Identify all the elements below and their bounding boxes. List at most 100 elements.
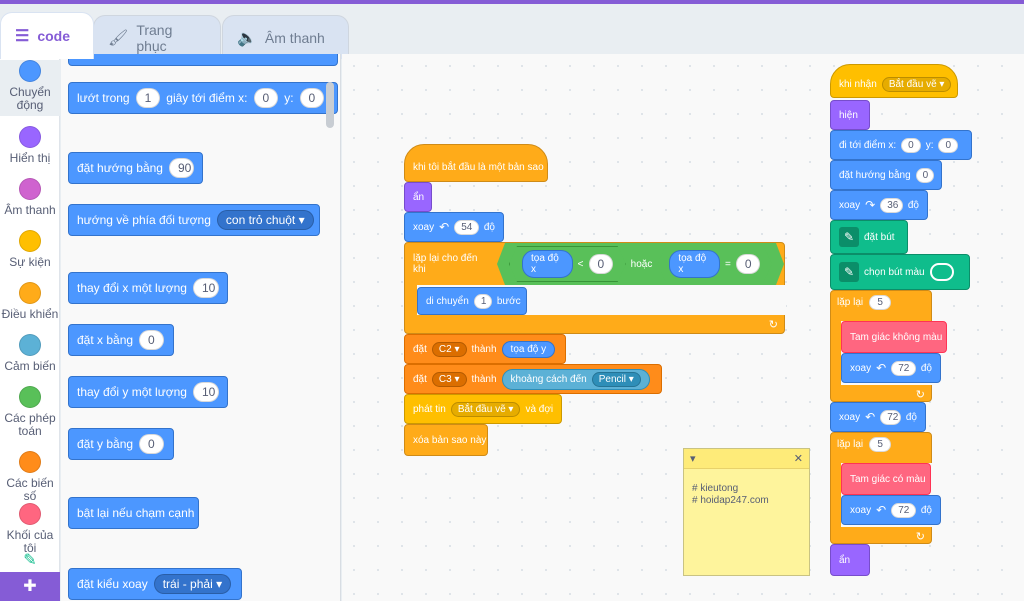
category-control[interactable]: Điều khiển <box>0 282 60 321</box>
set-pen-color-block[interactable]: ✎ chọn bút màu <box>830 254 970 290</box>
pen-down-block[interactable]: ✎ đặt bút <box>830 220 908 254</box>
point-direction-block[interactable]: đặt hướng bằng 0 <box>830 160 942 190</box>
collapse-icon[interactable]: ▾ <box>690 452 696 465</box>
category-events[interactable]: Sự kiện <box>0 230 60 269</box>
turn-degrees-input[interactable]: 54 <box>454 219 479 235</box>
glide-secs-input[interactable]: 1 <box>135 88 161 108</box>
loop-arrow-icon-2: ↻ <box>915 389 925 401</box>
glide-x-input[interactable]: 0 <box>253 88 279 108</box>
custom-triangle-no-color-block[interactable]: Tam giác không màu <box>841 321 947 353</box>
x-position-reporter-2[interactable]: tọa độ x <box>669 250 720 278</box>
palette-set-x-block[interactable]: đặt x bằng 0 <box>68 324 174 356</box>
control-dot-icon <box>19 282 41 304</box>
palette-change-y-block[interactable]: thay đổi y một lượng 10 <box>68 376 228 408</box>
broadcast-message-dropdown[interactable]: Bắt đầu vẽ <box>450 401 521 417</box>
goto-y-input[interactable]: 0 <box>938 137 959 153</box>
scratch-editor: ☰ code 🖌 Trang phục 🔈 Âm thanh Chuyển độ… <box>0 0 1024 601</box>
move-steps-block[interactable]: di chuyển 1 bước <box>417 287 527 315</box>
equals-value-input[interactable]: 0 <box>736 254 760 274</box>
palette-block-partial[interactable] <box>68 54 338 66</box>
y-position-reporter[interactable]: tọa độ y <box>501 340 556 358</box>
palette-bounce-block[interactable]: bật lại nếu chạm cạnh <box>68 497 199 529</box>
turn-degrees-input-2[interactable]: 72 <box>891 360 916 376</box>
repeat-count-input-1[interactable]: 5 <box>869 295 892 310</box>
category-my-blocks[interactable]: Khối của tôi <box>0 503 60 555</box>
or-condition[interactable]: tọa độ x < 0 hoặc tọa độ x = 0 <box>497 243 784 285</box>
broadcast-and-wait-block[interactable]: phát tin Bắt đầu vẽ và đợi <box>404 394 562 424</box>
turn-degrees-input-3[interactable]: 72 <box>880 409 901 425</box>
tab-sounds[interactable]: 🔈 Âm thanh <box>222 15 349 59</box>
category-motion[interactable]: Chuyển động <box>0 60 60 116</box>
loop-arrow-icon-3: ↻ <box>915 531 925 543</box>
palette-glide-block[interactable]: lướt trong 1 giây tới điểm x: 0 y: 0 <box>68 82 338 114</box>
palette-rotation-style-block[interactable]: đặt kiểu xoay trái - phải <box>68 568 242 600</box>
palette-scrollbar[interactable] <box>326 82 334 128</box>
move-steps-input[interactable]: 1 <box>473 293 492 309</box>
close-icon[interactable]: ✕ <box>794 452 803 465</box>
change-x-input[interactable]: 10 <box>192 278 219 298</box>
rotation-style-dropdown[interactable]: trái - phải <box>153 574 232 594</box>
delete-clone-block[interactable]: xóa bản sao này <box>404 424 488 456</box>
direction-input[interactable]: 90 <box>168 158 194 178</box>
palette-point-direction-block[interactable]: đặt hướng bằng 90 <box>68 152 203 184</box>
towards-dropdown[interactable]: con trỏ chuột <box>216 210 314 230</box>
turn-left-block-3[interactable]: xoay ↶ 72 độ <box>830 402 926 432</box>
turn-left-block[interactable]: xoay ↶ 54 độ <box>404 212 504 242</box>
repeat-count-input-2[interactable]: 5 <box>869 437 892 452</box>
repeat-block-2[interactable]: lặp lại 5 Tam giác có màu xoay ↶ 72 độ ↻ <box>830 432 941 544</box>
category-sensing[interactable]: Cảm biến <box>0 334 60 373</box>
goto-x-input[interactable]: 0 <box>901 137 921 153</box>
hide-block[interactable]: ẩn <box>404 182 432 212</box>
equals-condition[interactable]: tọa độ x = 0 <box>657 247 772 281</box>
script-workspace: khi tôi bắt đầu là một bản sao ẩn xoay ↶… <box>342 54 1024 601</box>
block-palette: lướt trong 1 giây tới điểm x: 0 y: 0 đặt… <box>61 54 341 601</box>
repeat-until-block[interactable]: lặp lại cho đến khi tọa độ x < 0 hoặc tọ… <box>404 242 786 334</box>
palette-point-towards-block[interactable]: hướng về phía đối tượng con trỏ chuột <box>68 204 320 236</box>
category-menu: Chuyển động Hiển thị Âm thanh Sự kiện Đi… <box>0 54 60 601</box>
extension-icon[interactable]: ✚ <box>0 572 60 601</box>
turn-right-degrees-input[interactable]: 36 <box>880 197 903 213</box>
less-than-value-input[interactable]: 0 <box>589 254 613 274</box>
distance-target-dropdown[interactable]: Pencil <box>591 371 641 387</box>
x-position-reporter[interactable]: tọa độ x <box>522 250 573 278</box>
set-y-input[interactable]: 0 <box>139 434 164 454</box>
glide-y-input[interactable]: 0 <box>299 88 325 108</box>
repeat-block-1[interactable]: lặp lại 5 Tam giác không màu xoay ↶ 72 đ… <box>830 290 947 402</box>
c3-variable-dropdown[interactable]: C3 <box>431 371 467 387</box>
tab-costumes[interactable]: 🖌 Trang phục <box>93 15 221 59</box>
set-x-input[interactable]: 0 <box>139 330 164 350</box>
less-than-condition[interactable]: tọa độ x < 0 <box>509 246 626 282</box>
palette-change-x-block[interactable]: thay đổi x một lượng 10 <box>68 272 228 304</box>
palette-set-y-block[interactable]: đặt y bằng 0 <box>68 428 174 460</box>
turn-left-block-4[interactable]: xoay ↶ 72 độ <box>841 495 941 525</box>
category-variables[interactable]: Các biến số <box>0 451 60 503</box>
hide-block-2[interactable]: ẩn <box>830 544 870 576</box>
goto-xy-block[interactable]: đi tới điểm x: 0 y: 0 <box>830 130 972 160</box>
turn-right-block[interactable]: xoay ↷ 36 độ <box>830 190 928 220</box>
comment-note[interactable]: ▾ ✕ # kieutong # hoidap247.com <box>683 448 810 576</box>
set-c2-block[interactable]: đặt C2 thành tọa độ y <box>404 334 566 364</box>
turn-left-icon-2: ↶ <box>876 361 887 375</box>
pen-extension-icon[interactable]: ✎ <box>0 553 60 569</box>
turn-degrees-input-4[interactable]: 72 <box>891 502 916 518</box>
category-operators[interactable]: Các phép toán <box>0 386 60 438</box>
variables-dot-icon <box>19 451 41 473</box>
comment-text[interactable]: # kieutong # hoidap247.com <box>684 469 809 507</box>
change-y-input[interactable]: 10 <box>192 382 219 402</box>
c2-variable-dropdown[interactable]: C2 <box>431 341 467 357</box>
tab-code[interactable]: ☰ code <box>0 12 94 59</box>
when-clone-hat-block[interactable]: khi tôi bắt đầu là một bản sao <box>404 144 548 182</box>
category-sound[interactable]: Âm thanh <box>0 178 60 217</box>
custom-triangle-colored-block[interactable]: Tam giác có màu <box>841 463 931 495</box>
show-block[interactable]: hiện <box>830 100 870 130</box>
pen-color-swatch[interactable] <box>929 263 954 281</box>
pen-icon: ✎ <box>839 227 859 247</box>
set-c3-block[interactable]: đặt C3 thành khoảng cách đến Pencil <box>404 364 662 394</box>
when-receive-hat-block[interactable]: khi nhận Bắt đầu vẽ <box>830 64 958 98</box>
category-looks[interactable]: Hiển thị <box>0 126 60 165</box>
events-dot-icon <box>19 230 41 252</box>
point-direction-input[interactable]: 0 <box>915 167 934 183</box>
turn-left-block-2[interactable]: xoay ↶ 72 độ <box>841 353 941 383</box>
distance-to-reporter[interactable]: khoảng cách đến Pencil <box>501 368 650 390</box>
receive-message-dropdown[interactable]: Bắt đầu vẽ <box>881 76 952 92</box>
